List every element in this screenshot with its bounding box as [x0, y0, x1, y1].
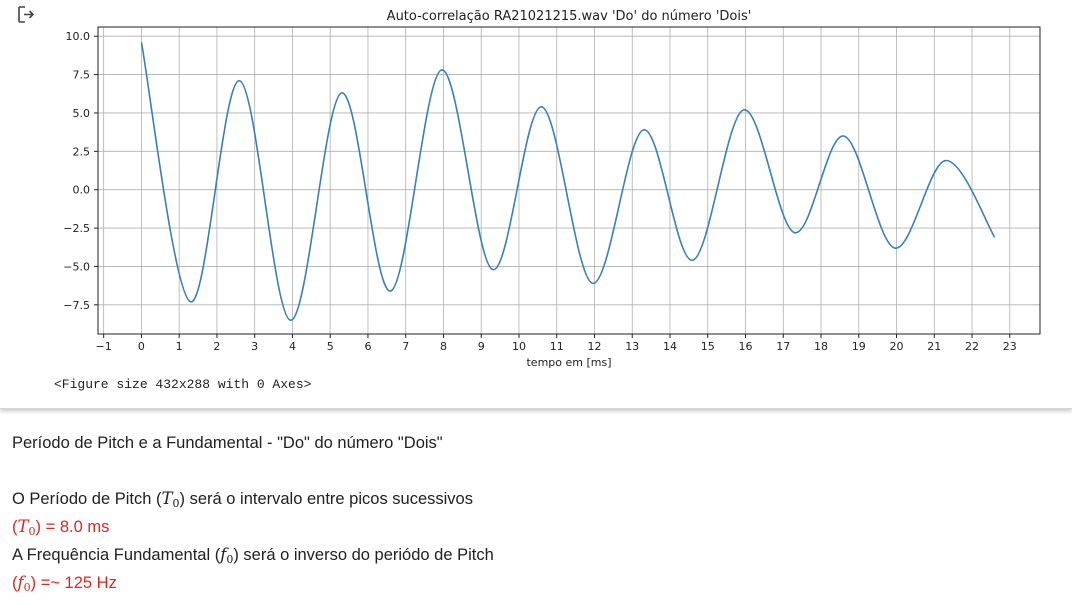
x-tick-label: 5 [327, 340, 334, 353]
autocorrelation-chart: −1 0 1 2 3 4 5 6 7 8 9 10 11 12 13 14 15 16 17 18 19 20 21 22 23… [63, 9, 1041, 369]
x-tick-label: 23 [1003, 340, 1017, 353]
pitch-period-description: O Período de Pitch (T0) será o intervalo… [12, 489, 473, 510]
x-tick-label: −1 [96, 340, 112, 353]
x-tick-label: 15 [701, 340, 715, 353]
x-tick-label: 14 [663, 340, 677, 353]
axes-frame [97, 26, 1041, 335]
section-heading: Período de Pitch e a Fundamental - "Do" … [12, 434, 443, 452]
x-tick-label: 17 [776, 340, 790, 353]
fundamental-value: (f0) =~ 125 Hz [12, 573, 117, 594]
x-tick-label: 10 [512, 340, 526, 353]
y-tick-label: 10.0 [66, 30, 91, 43]
pitch-period-value: (T0) = 8.0 ms [12, 517, 110, 538]
x-tick-label: 6 [364, 340, 371, 353]
x-tick-label: 9 [478, 340, 485, 353]
x-tick-label: 18 [814, 340, 828, 353]
x-tick-label: 0 [138, 340, 145, 353]
x-tick-label: 7 [402, 340, 409, 353]
y-tick-label: 0.0 [73, 184, 91, 197]
x-tick-label: 19 [852, 340, 866, 353]
x-tick-label: 12 [587, 340, 601, 353]
chart-title: Auto-correlação RA21021215.wav 'Do' do n… [387, 9, 752, 24]
y-tick-label: 5.0 [73, 107, 91, 120]
fundamental-description: A Frequência Fundamental (f0) será o inv… [12, 545, 494, 566]
x-tick-label: 20 [890, 340, 904, 353]
series-line [140, 42, 996, 321]
y-tick-label: 7.5 [73, 69, 91, 82]
y-tick-label: −2.5 [63, 222, 90, 235]
x-tick-label: 2 [213, 340, 220, 353]
output-cell: −1 0 1 2 3 4 5 6 7 8 9 10 11 12 13 14 15 16 17 18 19 20 21 22 23… [0, 0, 1072, 409]
x-axis-label: tempo em [ms] [526, 356, 611, 369]
x-tick-label: 21 [927, 340, 941, 353]
x-tick-label: 3 [251, 340, 258, 353]
x-tick-label: 22 [965, 340, 979, 353]
console-output: <Figure size 432x288 with 0 Axes> [54, 377, 312, 392]
x-tick-label: 8 [440, 340, 447, 353]
y-tick-label: −7.5 [63, 299, 90, 312]
x-tick-label: 11 [550, 340, 564, 353]
x-tick-label: 4 [289, 340, 296, 353]
y-tick-label: 2.5 [73, 145, 91, 158]
y-tick-label: −5.0 [63, 260, 90, 273]
x-tick-label: 13 [625, 340, 639, 353]
x-tick-label: 16 [739, 340, 753, 353]
x-tick-label: 1 [176, 340, 183, 353]
